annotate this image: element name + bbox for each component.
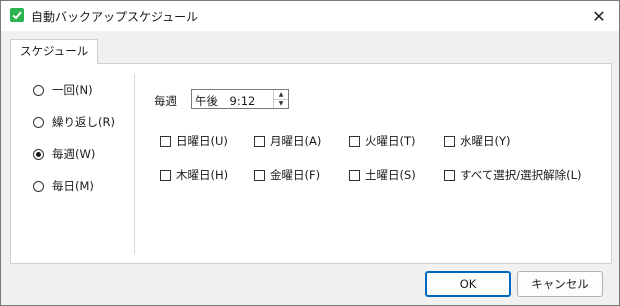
cancel-button[interactable]: キャンセル bbox=[517, 271, 603, 297]
checkbox-sunday-box[interactable] bbox=[160, 135, 171, 147]
radio-repeat-label: 繰り返し(R) bbox=[52, 115, 115, 129]
checkbox-saturday[interactable]: 土曜日(S) bbox=[349, 166, 416, 184]
dialog-window: 自動バックアップスケジュール ✕ スケジュール 一回(N) 繰り返し(R) 毎週… bbox=[0, 0, 620, 306]
radio-weekly-label: 毎週(W) bbox=[52, 147, 96, 161]
tab-schedule[interactable]: スケジュール bbox=[10, 39, 99, 64]
checkbox-monday-label: 月曜日(A) bbox=[270, 134, 322, 148]
checkbox-monday[interactable]: 月曜日(A) bbox=[254, 132, 321, 150]
time-picker[interactable]: 午後 9:12 ▲ ▼ bbox=[191, 89, 289, 109]
checkbox-select-all-label: すべて選択/選択解除(L) bbox=[460, 168, 582, 182]
checkbox-select-all[interactable]: すべて選択/選択解除(L) bbox=[444, 166, 582, 184]
close-icon[interactable]: ✕ bbox=[579, 1, 619, 31]
checkbox-saturday-label: 土曜日(S) bbox=[365, 168, 416, 182]
checkbox-select-all-box[interactable] bbox=[444, 169, 455, 181]
radio-repeat-circle[interactable] bbox=[33, 116, 44, 128]
checkbox-monday-box[interactable] bbox=[254, 135, 265, 147]
radio-once-label: 一回(N) bbox=[52, 83, 93, 97]
title-bar: 自動バックアップスケジュール ✕ bbox=[1, 1, 619, 31]
checkbox-sunday[interactable]: 日曜日(U) bbox=[160, 132, 228, 150]
radio-daily-circle[interactable] bbox=[33, 180, 44, 192]
checkbox-friday-box[interactable] bbox=[254, 169, 265, 181]
radio-weekly[interactable]: 毎週(W) bbox=[33, 145, 95, 163]
checkbox-sunday-label: 日曜日(U) bbox=[176, 134, 228, 148]
time-spinner[interactable]: ▲ ▼ bbox=[273, 90, 288, 108]
checkbox-wednesday-label: 水曜日(Y) bbox=[460, 134, 511, 148]
checkbox-tuesday-box[interactable] bbox=[349, 135, 360, 147]
schedule-label: 毎週 bbox=[154, 94, 177, 108]
schedule-panel: 一回(N) 繰り返し(R) 毎週(W) 毎日(M) 毎週 午後 9:12 ▲ ▼ bbox=[10, 63, 612, 264]
checkbox-thursday-label: 木曜日(H) bbox=[176, 168, 229, 182]
window-title: 自動バックアップスケジュール bbox=[31, 10, 199, 24]
radio-once-circle[interactable] bbox=[33, 84, 44, 96]
radio-daily[interactable]: 毎日(M) bbox=[33, 177, 94, 195]
checkbox-tuesday[interactable]: 火曜日(T) bbox=[349, 132, 416, 150]
checkbox-wednesday-box[interactable] bbox=[444, 135, 455, 147]
radio-once[interactable]: 一回(N) bbox=[33, 81, 93, 99]
checkbox-friday-label: 金曜日(F) bbox=[270, 168, 321, 182]
app-check-icon bbox=[10, 8, 24, 22]
checkbox-saturday-box[interactable] bbox=[349, 169, 360, 181]
radio-weekly-circle[interactable] bbox=[33, 148, 44, 160]
panel-divider bbox=[134, 74, 135, 254]
radio-repeat[interactable]: 繰り返し(R) bbox=[33, 113, 115, 131]
checkbox-wednesday[interactable]: 水曜日(Y) bbox=[444, 132, 511, 150]
spin-down-icon[interactable]: ▼ bbox=[274, 99, 288, 108]
radio-daily-label: 毎日(M) bbox=[52, 179, 94, 193]
checkbox-tuesday-label: 火曜日(T) bbox=[365, 134, 416, 148]
checkbox-thursday[interactable]: 木曜日(H) bbox=[160, 166, 228, 184]
checkbox-thursday-box[interactable] bbox=[160, 169, 171, 181]
time-value[interactable]: 午後 9:12 bbox=[195, 93, 255, 109]
checkbox-friday[interactable]: 金曜日(F) bbox=[254, 166, 320, 184]
ok-button[interactable]: OK bbox=[425, 271, 511, 297]
